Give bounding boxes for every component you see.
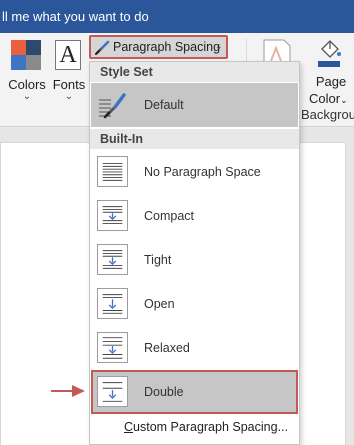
theme-fonts-icon: A xyxy=(55,40,81,70)
double-spacing-icon xyxy=(97,376,128,407)
menu-item-compact[interactable]: Compact xyxy=(91,194,298,238)
style-set-header: Style Set xyxy=(90,62,299,82)
chevron-down-icon: ⌄ xyxy=(64,91,74,102)
compact-spacing-icon xyxy=(97,200,128,231)
tell-me-search[interactable]: ll me what you want to do xyxy=(2,9,149,24)
menu-item-no-paragraph-space[interactable]: No Paragraph Space xyxy=(91,150,298,194)
built-in-header: Built-In xyxy=(90,129,299,149)
fonts-button[interactable]: A Fonts ⌄ xyxy=(50,38,88,106)
menu-item-relaxed[interactable]: Relaxed xyxy=(91,326,298,370)
chevron-down-icon: ⌄ xyxy=(340,95,348,105)
page-color-label-1: Page xyxy=(315,74,347,89)
custom-paragraph-spacing-label: ustom Paragraph Spacing... xyxy=(133,420,288,434)
paragraph-spacing-menu: Style Set Default Built-In No Paragraph … xyxy=(89,61,300,445)
menu-item-label: Double xyxy=(144,385,184,399)
menu-item-label: Tight xyxy=(144,253,172,267)
chevron-down-icon: ⌄ xyxy=(215,41,223,51)
paintbrush-icon xyxy=(95,40,110,55)
paragraph-spacing-button[interactable]: Paragraph Spacing ⌄ xyxy=(89,35,228,59)
menu-item-label: Compact xyxy=(144,209,195,223)
menu-item-label: No Paragraph Space xyxy=(144,165,261,179)
paint-bucket-icon xyxy=(318,40,341,67)
mnemonic-letter: C xyxy=(124,420,134,434)
page-color-button[interactable]: Page Color⌄ xyxy=(305,39,354,109)
paragraph-spacing-label: Paragraph Spacing xyxy=(113,40,221,54)
page-color-label-2: Color⌄ xyxy=(309,91,348,106)
colors-button[interactable]: Colors ⌄ xyxy=(7,38,47,106)
menu-item-tight[interactable]: Tight xyxy=(91,238,298,282)
menu-item-double[interactable]: Double xyxy=(91,370,298,414)
page-background-group-label: Backgroun xyxy=(301,107,354,122)
relaxed-spacing-icon xyxy=(97,332,128,363)
menu-item-label: Relaxed xyxy=(144,341,190,355)
title-bar: ll me what you want to do xyxy=(0,0,354,33)
open-spacing-icon xyxy=(97,288,128,319)
menu-item-label: Open xyxy=(144,297,175,311)
custom-paragraph-spacing-item[interactable]: Custom Paragraph Spacing... xyxy=(124,420,288,434)
arrow-right-icon xyxy=(51,385,85,397)
no-paragraph-space-icon xyxy=(97,156,128,187)
chevron-down-icon: ⌄ xyxy=(22,91,32,102)
menu-item-default[interactable]: Default xyxy=(91,83,298,127)
tight-spacing-icon xyxy=(97,244,128,275)
theme-colors-icon xyxy=(11,40,41,70)
menu-item-open[interactable]: Open xyxy=(91,282,298,326)
paintbrush-icon xyxy=(99,93,126,119)
menu-item-label: Default xyxy=(144,98,184,112)
